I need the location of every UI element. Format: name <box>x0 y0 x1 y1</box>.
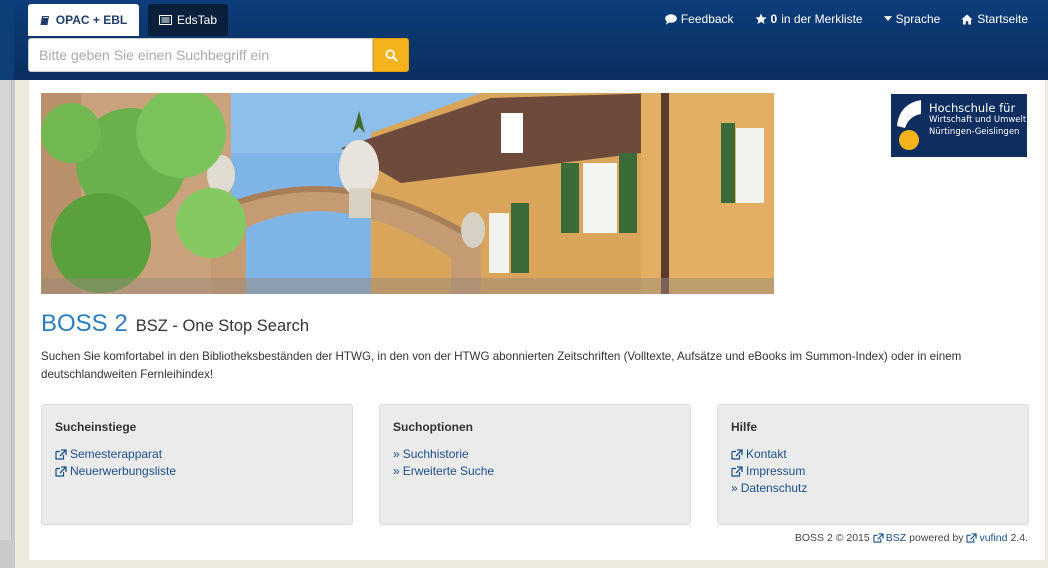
frame-top <box>0 0 15 80</box>
external-link-icon <box>55 449 67 460</box>
link-label: Impressum <box>746 464 806 478</box>
vufind-label: vufind <box>979 532 1008 544</box>
link-label: Suchhistorie <box>402 447 469 461</box>
tab-label: EdsTab <box>176 13 218 27</box>
link-suchhistorie[interactable]: » Suchhistorie <box>393 446 677 463</box>
link-label: Datenschutz <box>740 481 808 495</box>
link-neuerwerbungsliste[interactable]: Neuerwerbungsliste <box>55 463 339 480</box>
favorites-count: 0 <box>770 12 778 26</box>
feedback-link[interactable]: Feedback <box>665 12 734 26</box>
logo-emblem <box>897 100 921 150</box>
external-link-icon <box>731 466 743 477</box>
building-illustration <box>41 93 774 294</box>
box-title: Suchoptionen <box>393 420 473 434</box>
home-link[interactable]: Startseite <box>961 12 1028 26</box>
feedback-label: Feedback <box>680 12 734 26</box>
star-icon <box>754 13 767 24</box>
link-label: Neuerwerbungsliste <box>70 464 177 478</box>
university-logo[interactable]: Hochschule für Wirtschaft und Umwelt Nür… <box>891 94 1027 157</box>
page-title-main: BOSS 2 <box>41 310 128 337</box>
info-boxes: Sucheinstiege Semesterapparat Neuerwerbu… <box>41 404 1029 525</box>
link-semesterapparat[interactable]: Semesterapparat <box>55 446 339 463</box>
main-content: Hochschule für Wirtschaft und Umwelt Nür… <box>29 80 1045 560</box>
box-title: Hilfe <box>731 420 758 434</box>
window-frame-left <box>0 0 15 568</box>
comment-icon <box>665 13 677 24</box>
search-icon <box>384 48 397 61</box>
tab-edstab[interactable]: EdsTab <box>148 4 228 36</box>
page-title-sub: BSZ - One Stop Search <box>135 317 310 335</box>
box-hilfe: Hilfe Kontakt Impressum » Datenschutz <box>717 404 1029 525</box>
box-title: Sucheinstiege <box>55 420 137 434</box>
bsz-label: BSZ <box>885 532 907 544</box>
page-title: BOSS 2 BSZ - One Stop Search <box>41 310 309 338</box>
header-bar: OPAC + EBL EdsTab Feedback 0 in der Merk… <box>14 0 1048 80</box>
external-link-icon <box>873 533 884 543</box>
link-label: Semesterapparat <box>70 447 163 461</box>
external-link-icon <box>966 533 978 543</box>
raquo-icon: » <box>731 481 738 495</box>
logo-text: Hochschule für Wirtschaft und Umwelt Nür… <box>929 102 1026 138</box>
language-dropdown[interactable]: Sprache <box>883 12 941 26</box>
box-sucheinstiege: Sucheinstiege Semesterapparat Neuerwerbu… <box>41 404 353 525</box>
link-impressum[interactable]: Impressum <box>731 463 1015 480</box>
box-suchoptionen: Suchoptionen » Suchhistorie » Erweiterte… <box>379 404 691 525</box>
book-icon <box>40 15 49 25</box>
logo-line-2: Wirtschaft und Umwelt <box>929 115 1027 125</box>
external-link-icon <box>55 466 67 477</box>
favorites-label: in der Merkliste <box>781 12 863 26</box>
raquo-icon: » <box>393 464 400 478</box>
link-erweiterte-suche[interactable]: » Erweiterte Suche <box>393 463 677 480</box>
top-navigation: Feedback 0 in der Merkliste Sprache Star… <box>665 12 1028 26</box>
link-label: Erweiterte Suche <box>402 464 495 478</box>
search-bar <box>28 38 409 72</box>
tab-opac-ebl[interactable]: OPAC + EBL <box>28 4 139 36</box>
search-tabs: OPAC + EBL EdsTab <box>28 4 228 36</box>
favorites-link[interactable]: 0 in der Merkliste <box>754 12 863 26</box>
link-label: Kontakt <box>746 447 787 461</box>
vufind-link[interactable]: vufind <box>966 532 1007 544</box>
search-button[interactable] <box>373 38 409 72</box>
frame-panel <box>0 80 12 540</box>
caret-down-icon <box>883 16 892 21</box>
logo-line-1: Hochschule für <box>929 101 1016 115</box>
raquo-icon: » <box>393 447 400 461</box>
banner-image <box>41 93 774 294</box>
external-link-icon <box>731 449 743 460</box>
footer-copyright: BOSS 2 © 2015 <box>794 532 870 544</box>
search-input[interactable] <box>28 38 373 72</box>
bsz-link[interactable]: BSZ <box>873 532 906 544</box>
language-label: Sprache <box>895 12 941 26</box>
footer-powered: powered by <box>909 532 964 544</box>
link-datenschutz[interactable]: » Datenschutz <box>731 480 1015 497</box>
home-label: Startseite <box>977 12 1028 26</box>
newspaper-icon <box>158 15 172 25</box>
tab-label: OPAC + EBL <box>55 13 128 27</box>
logo-line-3: Nürtingen-Geislingen <box>929 127 1020 137</box>
intro-text: Suchen Sie komfortabel in den Bibliothek… <box>41 350 962 381</box>
footer-version: 2.4. <box>1010 532 1028 544</box>
link-kontakt[interactable]: Kontakt <box>731 446 1015 463</box>
page-footer: BOSS 2 © 2015 BSZ powered by vufind 2.4. <box>795 532 1028 544</box>
home-icon <box>961 14 973 24</box>
